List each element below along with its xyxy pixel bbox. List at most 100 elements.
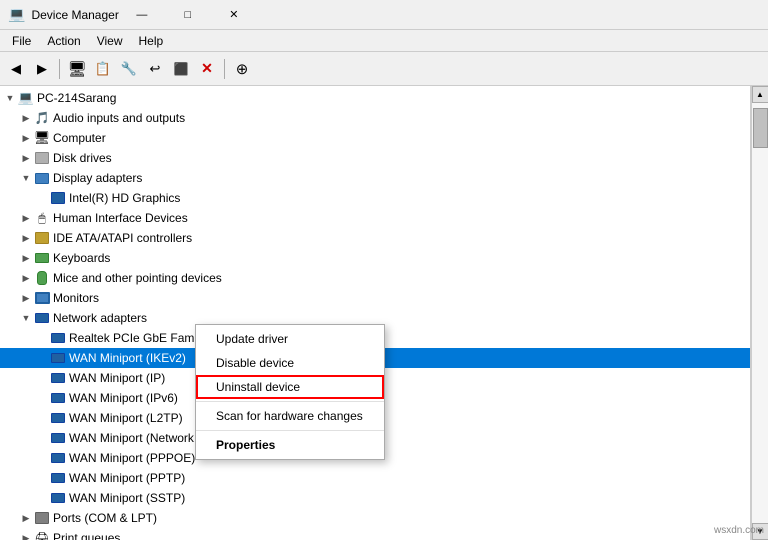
minimize-button[interactable]: — xyxy=(119,0,165,30)
tree-icon-monitors xyxy=(34,290,50,306)
tree-expander-wan6 xyxy=(34,450,50,466)
tree-expander-computer[interactable]: ▶ xyxy=(18,130,34,146)
watermark: wsxdn.com xyxy=(714,525,764,536)
menu-file[interactable]: File xyxy=(4,32,39,50)
menu-action[interactable]: Action xyxy=(39,32,88,50)
tree-item-ide[interactable]: ▶ IDE ATA/ATAPI controllers xyxy=(0,228,750,248)
tree-icon-realtek xyxy=(50,330,66,346)
tree-item-display[interactable]: ▼ Display adapters xyxy=(0,168,750,188)
tree-label-wan2: WAN Miniport (IP) xyxy=(69,371,165,385)
ctx-item-uninstall-device[interactable]: Uninstall device xyxy=(196,375,384,399)
title-bar-icon: 💻 xyxy=(8,6,25,23)
tree-label-audio: Audio inputs and outputs xyxy=(53,111,185,125)
tree-label-wan3: WAN Miniport (IPv6) xyxy=(69,391,178,405)
toolbar-properties[interactable]: 📋 xyxy=(91,57,115,81)
tree-item-keyboards[interactable]: ▶Keyboards xyxy=(0,248,750,268)
close-button[interactable]: ✕ xyxy=(211,0,257,30)
tree-item-hid[interactable]: ▶🖱Human Interface Devices xyxy=(0,208,750,228)
toolbar-forward[interactable]: ▶ xyxy=(30,57,54,81)
tree-label-wan4: WAN Miniport (L2TP) xyxy=(69,411,183,425)
toolbar-sep-2 xyxy=(224,59,225,79)
tree-label-ide: IDE ATA/ATAPI controllers xyxy=(53,231,192,245)
tree-expander-mice[interactable]: ▶ xyxy=(18,270,34,286)
ctx-item-update-driver[interactable]: Update driver xyxy=(196,327,384,351)
tree-label-computer: Computer xyxy=(53,131,106,145)
tree-label-hid: Human Interface Devices xyxy=(53,211,188,225)
device-tree: ▼💻PC-214Sarang▶🎵Audio inputs and outputs… xyxy=(0,86,750,540)
toolbar-uninstall[interactable]: ✕ xyxy=(195,57,219,81)
tree-icon-keyboards xyxy=(34,250,50,266)
maximize-button[interactable]: □ xyxy=(165,0,211,30)
tree-icon-wan4 xyxy=(50,410,66,426)
tree-panel[interactable]: ▼💻PC-214Sarang▶🎵Audio inputs and outputs… xyxy=(0,86,751,540)
tree-expander-wan4 xyxy=(34,410,50,426)
toolbar-computer[interactable]: 🖥 xyxy=(65,57,89,81)
tree-expander-intel xyxy=(34,190,50,206)
tree-label-disk: Disk drives xyxy=(53,151,112,165)
tree-item-mice[interactable]: ▶ Mice and other pointing devices xyxy=(0,268,750,288)
tree-item-intel[interactable]: Intel(R) HD Graphics xyxy=(0,188,750,208)
tree-label-wan7: WAN Miniport (PPTP) xyxy=(69,471,185,485)
tree-expander-print[interactable]: ▶ xyxy=(18,530,34,540)
tree-expander-monitors[interactable]: ▶ xyxy=(18,290,34,306)
ctx-separator xyxy=(196,401,384,402)
tree-icon-print: 🖨 xyxy=(34,530,50,540)
tree-expander-hid[interactable]: ▶ xyxy=(18,210,34,226)
title-text: Device Manager xyxy=(31,8,118,22)
toolbar-update[interactable]: 🔧 xyxy=(117,57,141,81)
tree-expander-realtek xyxy=(34,330,50,346)
title-bar: 💻 Device Manager — □ ✕ xyxy=(0,0,768,30)
tree-item-root[interactable]: ▼💻PC-214Sarang xyxy=(0,88,750,108)
tree-expander-ports[interactable]: ▶ xyxy=(18,510,34,526)
scroll-track[interactable] xyxy=(752,103,768,523)
tree-icon-wan8 xyxy=(50,490,66,506)
tree-expander-audio[interactable]: ▶ xyxy=(18,110,34,126)
ctx-item-disable-device[interactable]: Disable device xyxy=(196,351,384,375)
tree-expander-ide[interactable]: ▶ xyxy=(18,230,34,246)
tree-item-print[interactable]: ▶🖨Print queues xyxy=(0,528,750,540)
toolbar-rollback[interactable]: ↩ xyxy=(143,57,167,81)
tree-expander-wan8 xyxy=(34,490,50,506)
tree-label-display: Display adapters xyxy=(53,171,142,185)
tree-item-wan8[interactable]: WAN Miniport (SSTP) xyxy=(0,488,750,508)
tree-icon-wan7 xyxy=(50,470,66,486)
tree-item-audio[interactable]: ▶🎵Audio inputs and outputs xyxy=(0,108,750,128)
scroll-thumb[interactable] xyxy=(753,108,768,148)
tree-item-wan7[interactable]: WAN Miniport (PPTP) xyxy=(0,468,750,488)
tree-label-monitors: Monitors xyxy=(53,291,99,305)
tree-item-monitors[interactable]: ▶ Monitors xyxy=(0,288,750,308)
tree-item-computer[interactable]: ▶🖥Computer xyxy=(0,128,750,148)
tree-label-wan6: WAN Miniport (PPPOE) xyxy=(69,451,195,465)
toolbar-scan[interactable]: ⊕ xyxy=(230,57,254,81)
tree-label-wan8: WAN Miniport (SSTP) xyxy=(69,491,185,505)
tree-icon-root: 💻 xyxy=(18,90,34,106)
tree-item-disk[interactable]: ▶ Disk drives xyxy=(0,148,750,168)
tree-label-root: PC-214Sarang xyxy=(37,91,116,105)
context-menu: Update driverDisable deviceUninstall dev… xyxy=(195,324,385,460)
menu-view[interactable]: View xyxy=(89,32,131,50)
tree-expander-root[interactable]: ▼ xyxy=(2,90,18,106)
scrollbar[interactable]: ▲ ▼ xyxy=(751,86,768,540)
tree-icon-disk xyxy=(34,150,50,166)
toolbar-back[interactable]: ◀ xyxy=(4,57,28,81)
toolbar-disable[interactable]: ⬛ xyxy=(169,57,193,81)
menu-help[interactable]: Help xyxy=(131,32,172,50)
window-controls: — □ ✕ xyxy=(119,0,257,30)
tree-expander-keyboards[interactable]: ▶ xyxy=(18,250,34,266)
menu-bar: File Action View Help xyxy=(0,30,768,52)
tree-label-mice: Mice and other pointing devices xyxy=(53,271,222,285)
tree-expander-wan3 xyxy=(34,390,50,406)
tree-expander-disk[interactable]: ▶ xyxy=(18,150,34,166)
tree-expander-network[interactable]: ▼ xyxy=(18,310,34,326)
ctx-separator xyxy=(196,430,384,431)
tree-expander-wan5 xyxy=(34,430,50,446)
tree-icon-ports xyxy=(34,510,50,526)
toolbar: ◀ ▶ 🖥 📋 🔧 ↩ ⬛ ✕ ⊕ xyxy=(0,52,768,86)
tree-icon-wan6 xyxy=(50,450,66,466)
toolbar-sep-1 xyxy=(59,59,60,79)
ctx-item-properties[interactable]: Properties xyxy=(196,433,384,457)
tree-expander-display[interactable]: ▼ xyxy=(18,170,34,186)
tree-item-ports[interactable]: ▶Ports (COM & LPT) xyxy=(0,508,750,528)
scroll-up[interactable]: ▲ xyxy=(752,86,768,103)
ctx-item-scan-for-hardware-changes[interactable]: Scan for hardware changes xyxy=(196,404,384,428)
